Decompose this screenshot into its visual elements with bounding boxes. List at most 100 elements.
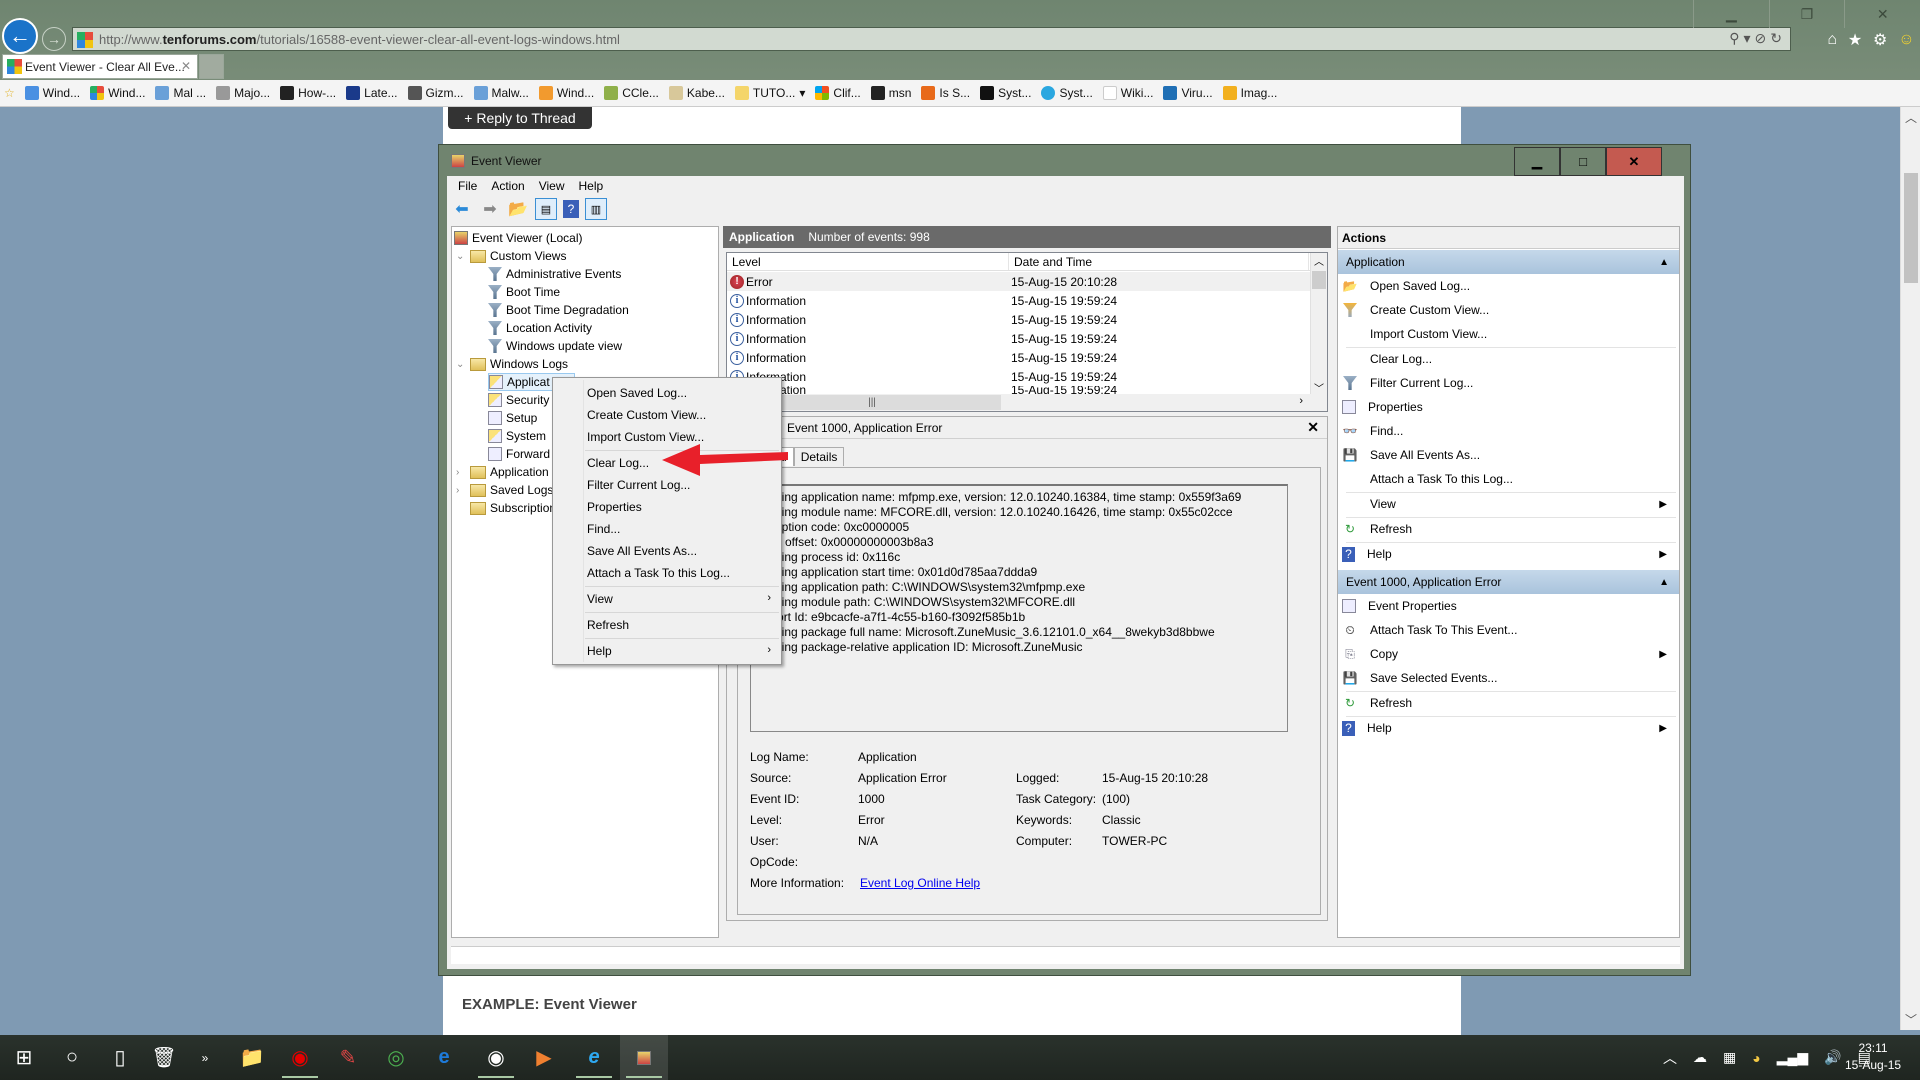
address-tools[interactable]: ⚲▾⊘↻ (1729, 30, 1786, 47)
tab-close-icon[interactable]: ✕ (181, 59, 191, 73)
stop-icon[interactable]: ⊘ (1755, 30, 1771, 46)
ccleaner-icon[interactable]: ✎ (324, 1035, 372, 1080)
start-button[interactable]: ⊞ (0, 1035, 48, 1080)
favorite-item[interactable]: Is S... (921, 86, 970, 100)
event-row[interactable]: iInformation15-Aug-15 19:59:24 (727, 348, 1310, 367)
menu-view[interactable]: View (532, 179, 572, 193)
menu-item-open-saved-log[interactable]: Open Saved Log... (587, 386, 687, 400)
tree-node-windows-logs[interactable]: ⌄ Windows Logs (456, 355, 568, 373)
refresh-icon[interactable]: ↻ (1770, 30, 1786, 46)
up-folder-icon[interactable]: 📂 (507, 198, 529, 220)
favorite-item[interactable]: Imag... (1222, 86, 1277, 100)
favorite-item[interactable]: Mal ... (155, 86, 206, 100)
favorite-item[interactable]: CCle... (604, 86, 659, 100)
event-log-online-help-link[interactable]: Event Log Online Help (860, 876, 980, 890)
menu-item-filter-current-log[interactable]: Filter Current Log... (587, 478, 690, 492)
scrollbar-thumb[interactable] (1312, 271, 1326, 289)
network-signal-icon[interactable]: ▂▄▆ (1777, 1049, 1808, 1066)
internet-explorer-icon[interactable]: e (570, 1035, 618, 1080)
menu-item-view[interactable]: View (587, 592, 613, 606)
collapse-triangle-icon[interactable]: ▲ (1659, 257, 1669, 268)
tree-node-system-log[interactable]: System (488, 427, 546, 445)
tab-details[interactable]: Details (793, 447, 845, 466)
action-open-saved-log[interactable]: 📂 Open Saved Log... (1338, 275, 1679, 297)
firewall-icon[interactable]: ▦ (1723, 1049, 1736, 1066)
grid-horizontal-scrollbar[interactable]: ||| › (727, 394, 1327, 411)
close-button[interactable]: ✕ (1606, 147, 1662, 176)
action-save-selected[interactable]: 💾 Save Selected Events... (1338, 667, 1679, 689)
menu-item-save-all-events[interactable]: Save All Events As... (587, 544, 697, 558)
forward-arrow-icon[interactable]: ➡ (479, 198, 501, 220)
action-event-properties[interactable]: Event Properties (1338, 595, 1679, 617)
media-player-icon[interactable]: ▶ (520, 1035, 568, 1080)
collapse-triangle-icon[interactable]: ▲ (1659, 577, 1669, 588)
column-header-level[interactable]: Level (727, 253, 1009, 270)
tree-node-custom-views[interactable]: ⌄ Custom Views (456, 247, 566, 265)
tree-node-root[interactable]: Event Viewer (Local) (454, 229, 583, 247)
scroll-up-icon[interactable]: ︿ (1314, 253, 1324, 268)
event-row[interactable]: iInformation15-Aug-15 19:59:24 (727, 367, 1310, 386)
event-row[interactable]: ! Error 15-Aug-15 20:10:28 (727, 272, 1310, 291)
event-viewer-taskbar-icon[interactable] (620, 1035, 668, 1080)
favorite-item[interactable]: Late... (346, 86, 398, 100)
tree-node-custom-view[interactable]: Boot Time Degradation (488, 301, 629, 319)
scrollbar-thumb[interactable] (1904, 173, 1918, 283)
settings-gear-icon[interactable]: ⚙ (1873, 30, 1887, 50)
tree-node-custom-view[interactable]: Windows update view (488, 337, 622, 355)
show-hide-tree-icon[interactable]: ▤ (535, 198, 557, 220)
event-row[interactable]: iInformation15-Aug-15 19:59:24 (727, 291, 1310, 310)
reply-to-thread-button[interactable]: + Reply to Thread (448, 107, 592, 129)
menu-item-create-custom-view[interactable]: Create Custom View... (587, 408, 706, 422)
favorite-item[interactable]: How-... (280, 86, 336, 100)
favorite-item[interactable]: Wiki... (1102, 86, 1153, 100)
tree-node-forwarded-log[interactable]: Forward (488, 445, 550, 463)
action-refresh-event[interactable]: ↻ Refresh (1338, 692, 1679, 714)
favorite-item[interactable]: Wind... (90, 86, 145, 100)
action-clear-log[interactable]: Clear Log... (1338, 348, 1679, 370)
favorite-item[interactable]: msn (870, 86, 911, 100)
favorite-item[interactable]: Kabe... (668, 86, 725, 100)
action-copy[interactable]: ⎘ Copy ▶ (1338, 643, 1679, 665)
action-help[interactable]: ? Help ▶ (1338, 543, 1679, 565)
feedback-smiley-icon[interactable]: ☺ (1898, 31, 1914, 49)
home-icon[interactable]: ⌂ (1827, 31, 1837, 49)
menu-item-find[interactable]: Find... (587, 522, 620, 536)
back-arrow-icon[interactable]: ⬅ (451, 198, 473, 220)
menu-file[interactable]: File (451, 179, 484, 193)
tree-node-security-log[interactable]: Security (488, 391, 549, 409)
close-detail-icon[interactable]: ✕ (1307, 419, 1319, 436)
actions-section-application[interactable]: Application ▲ (1338, 250, 1679, 274)
help-icon[interactable]: ? (563, 200, 579, 218)
back-button[interactable]: ← (2, 18, 38, 54)
collapse-chevron-icon[interactable]: › (456, 485, 466, 496)
edge-icon[interactable]: e (420, 1035, 468, 1080)
action-filter-current-log[interactable]: Filter Current Log... (1338, 372, 1679, 394)
event-row[interactable]: iInformation15-Aug-15 19:59:24 (727, 386, 1310, 394)
menu-item-attach-task[interactable]: Attach a Task To this Log... (587, 566, 730, 580)
page-scrollbar[interactable]: ︿ ﹀ (1900, 107, 1920, 1030)
palette-icon[interactable]: ◕ (1752, 1050, 1760, 1066)
action-properties[interactable]: Properties (1338, 396, 1679, 418)
favorite-item[interactable]: Wind... (24, 86, 80, 100)
show-hide-actions-icon[interactable]: ▥ (585, 198, 607, 220)
file-explorer-icon[interactable]: 📁 (228, 1035, 276, 1080)
action-save-all-events[interactable]: 💾 Save All Events As... (1338, 444, 1679, 466)
tree-node-setup-log[interactable]: Setup (488, 409, 537, 427)
tree-node-saved-logs[interactable]: › Saved Logs (456, 481, 553, 499)
tree-node-subscriptions[interactable]: Subscription (470, 499, 556, 517)
toolbar-overflow-icon[interactable]: » (190, 1035, 220, 1080)
minimize-button[interactable]: ▁ (1514, 147, 1560, 176)
menu-help[interactable]: Help (572, 179, 611, 193)
clock[interactable]: 23:11 15-Aug-15 (1845, 1040, 1901, 1074)
menu-item-clear-log[interactable]: Clear Log... (587, 456, 649, 470)
onedrive-cloud-icon[interactable]: ☁ (1693, 1049, 1707, 1066)
menu-action[interactable]: Action (484, 179, 531, 193)
scroll-up-icon[interactable]: ︿ (1905, 109, 1917, 126)
column-header-date-time[interactable]: Date and Time (1009, 253, 1309, 270)
action-refresh[interactable]: ↻ Refresh (1338, 518, 1679, 540)
scroll-down-icon[interactable]: ﹀ (1314, 380, 1324, 395)
action-find[interactable]: 👓 Find... (1338, 420, 1679, 442)
favorite-item[interactable]: Syst... (1041, 86, 1093, 100)
tree-node-custom-view[interactable]: Boot Time (488, 283, 560, 301)
menu-item-refresh[interactable]: Refresh (587, 618, 629, 632)
